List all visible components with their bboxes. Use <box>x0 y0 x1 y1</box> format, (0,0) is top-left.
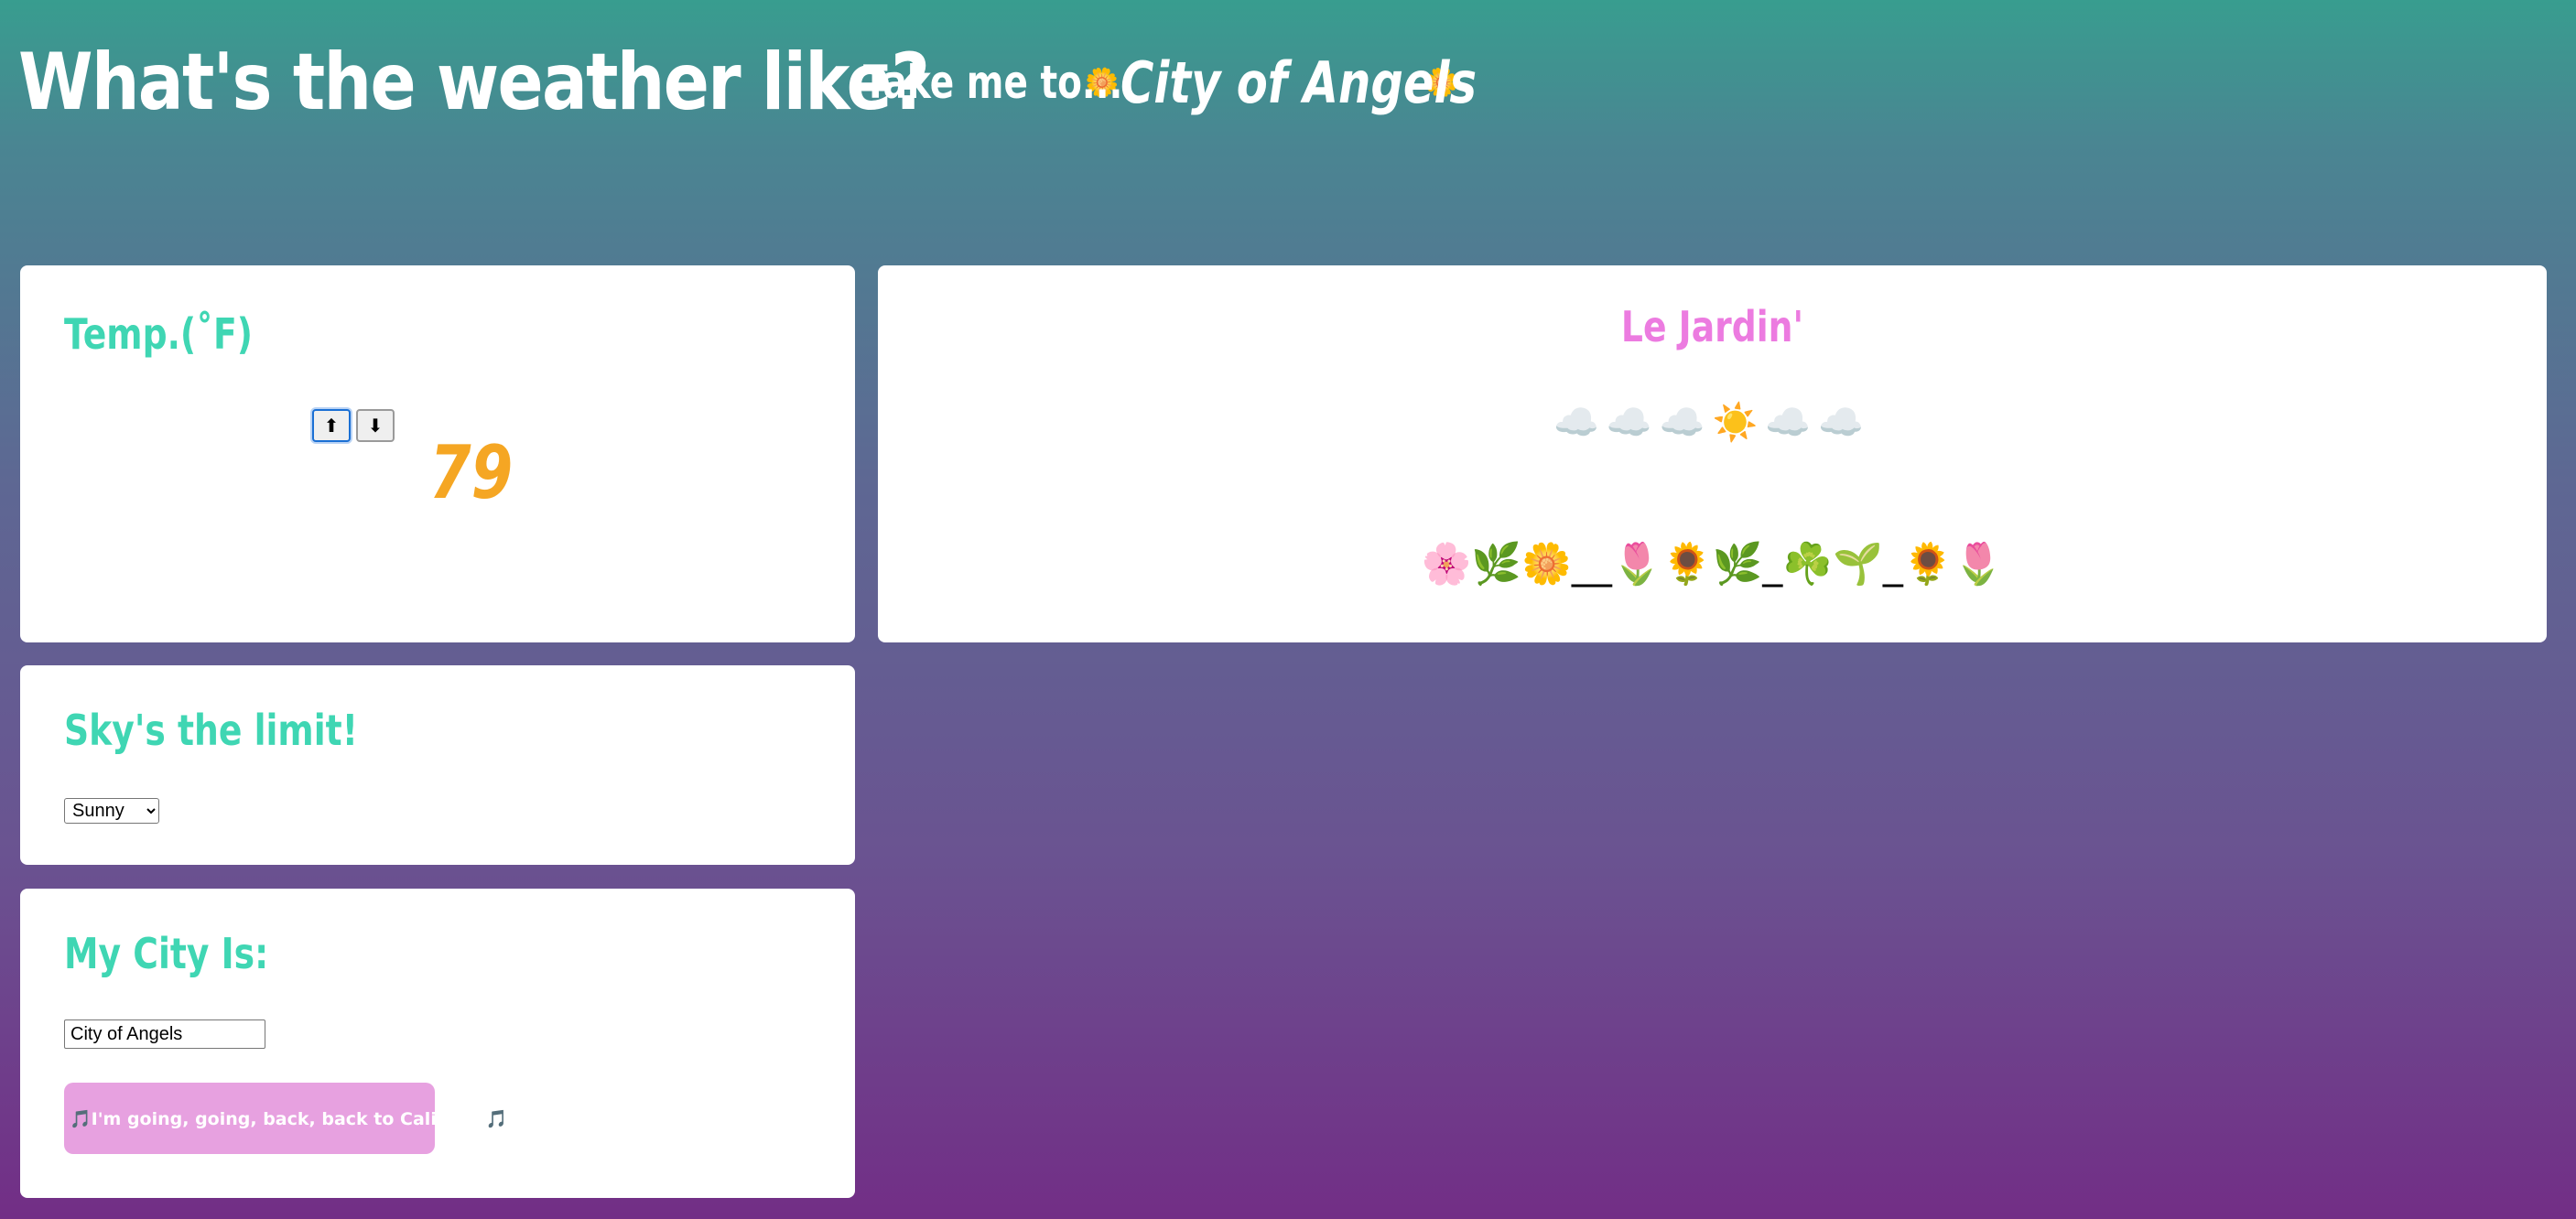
temperature-up-button[interactable]: ⬆ <box>312 409 351 442</box>
header: What's the weather like? Take me to... 🌼… <box>18 27 1477 137</box>
garden-card: Le Jardin' ☁️☁️☁️☀️☁️☁️ 🌸🌿🌼__🌷🌻🌿_☘️🌱_🌻🌷 <box>878 265 2547 642</box>
sky-card: Sky's the limit! Sunny <box>20 665 855 865</box>
arrow-up-icon: ⬆ <box>323 415 340 437</box>
take-me-heading: Take me to... 🌼 City of Angels 🌼 <box>863 49 1477 116</box>
temperature-value: 79 <box>429 430 514 515</box>
sky-condition-select[interactable]: Sunny <box>64 798 159 824</box>
cali-button[interactable]: 🎵I'm going, going, back, back to Cali, C… <box>64 1083 507 1154</box>
city-title-label: My City Is: <box>64 929 269 978</box>
garden-title: Le Jardin' <box>1620 302 1804 351</box>
sky-row: ☁️☁️☁️☀️☁️☁️ <box>1553 402 1871 444</box>
temperature-controls: ⬆ ⬇ <box>312 409 395 442</box>
arrow-down-icon: ⬇ <box>367 415 384 437</box>
temperature-title: Temp.(˚F) <box>64 309 254 359</box>
flower-row: 🌸🌿🌼__🌷🌻🌿_☘️🌱_🌻🌷 <box>1421 541 2004 588</box>
take-me-label: Take me to... <box>863 56 1123 109</box>
city-title: City of Angels <box>1120 49 1477 116</box>
city-input[interactable] <box>64 1019 265 1049</box>
city-card: My City Is: 🎵I'm going, going, back, bac… <box>20 889 855 1198</box>
sky-title: Sky's the limit! <box>64 706 358 755</box>
temperature-card: Temp.(˚F) ⬆ ⬇ 79 <box>20 265 855 642</box>
temperature-down-button[interactable]: ⬇ <box>356 409 395 442</box>
site-title: What's the weather like? <box>18 37 930 128</box>
